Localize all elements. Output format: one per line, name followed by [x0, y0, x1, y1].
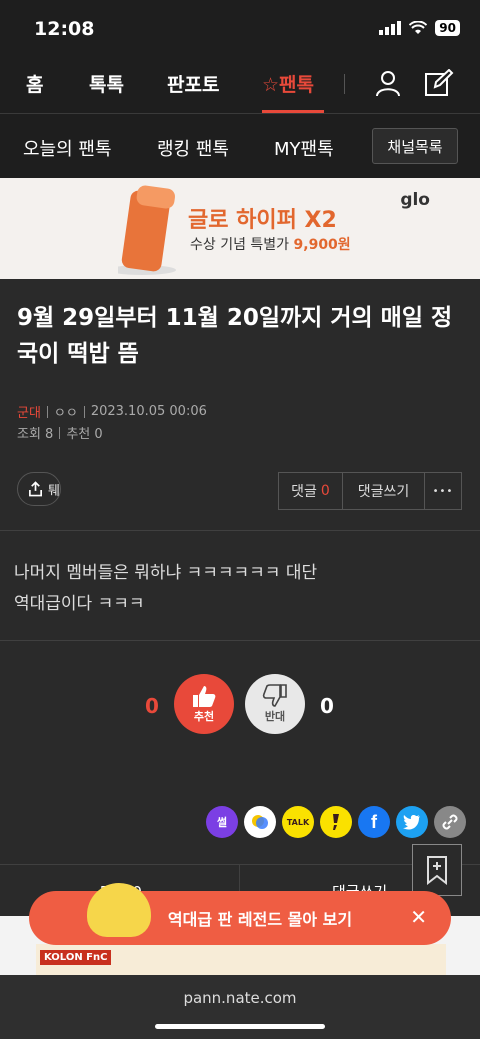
signal-icon: [379, 21, 402, 35]
post-author: ㅇㅇ: [53, 406, 78, 421]
sub-nav: 오늘의 팬톡 랭킹 팬톡 MY팬톡 채널목록: [0, 114, 480, 178]
thumbs-down-icon: [262, 684, 287, 707]
battery-indicator: 90: [435, 20, 460, 36]
bookmark-button[interactable]: [412, 844, 462, 896]
user-icon[interactable]: [374, 69, 402, 97]
post-action-group: 댓글 0 댓글쓰기 •••: [278, 472, 462, 510]
status-bar: 12:08 90: [0, 0, 480, 56]
social-share-row: 썰 TALK f: [206, 806, 466, 838]
browser-bar: pann.nate.com: [0, 975, 480, 1039]
comment-button[interactable]: 댓글 0: [279, 473, 343, 509]
browser-url[interactable]: pann.nate.com: [0, 989, 480, 1007]
ad-subtitle-prefix: 수상 기념 특별가: [190, 237, 294, 253]
downvote-count: 0: [320, 694, 334, 718]
mascot-icon: [87, 883, 151, 937]
comment-label: 댓글: [291, 484, 317, 500]
status-icons: 90: [379, 20, 460, 36]
downvote-button[interactable]: 반대: [245, 674, 305, 734]
legend-banner[interactable]: 역대급 판 레전드 몰아 보기 ✕: [29, 883, 451, 945]
meta-divider: [59, 426, 61, 439]
legend-banner-text: 역대급 판 레전드 몰아 보기: [167, 910, 353, 929]
divider: [0, 640, 480, 641]
post-recommends: 추천 0: [66, 427, 103, 442]
kakaostory-share-icon[interactable]: [320, 806, 352, 838]
channel-list-button[interactable]: 채널목록: [372, 128, 458, 164]
ad-brand-label: KOLON FnC: [40, 950, 112, 965]
close-icon[interactable]: ✕: [410, 905, 427, 929]
share-label: 퉤: [48, 483, 60, 499]
naver-band-share-icon[interactable]: [244, 806, 276, 838]
post-date: 2023.10.05 00:06: [90, 404, 207, 419]
ssul-share-button[interactable]: 썰: [206, 806, 238, 838]
upvote-count: 0: [145, 694, 159, 718]
subnav-ranking[interactable]: 랭킹 팬톡: [157, 135, 229, 161]
nav-divider: [344, 74, 345, 94]
device-image: [118, 185, 176, 275]
divider: [0, 530, 480, 531]
post-category[interactable]: 군대: [17, 402, 41, 421]
ad-logo: glo: [400, 190, 430, 210]
write-comment-button[interactable]: 댓글쓰기: [343, 473, 425, 509]
ad-banner[interactable]: 글로 하이퍼 X2 수상 기념 특별가 9,900원 glo: [0, 178, 480, 279]
top-nav: 홈 톡톡 판포토 ☆팬톡: [0, 56, 480, 114]
post-stats: 조회 8 추천 0: [17, 423, 103, 442]
link-copy-icon[interactable]: [434, 806, 466, 838]
tab-home[interactable]: 홈: [26, 70, 43, 97]
thumbs-up-icon: [193, 686, 216, 707]
post-body: 나머지 멤버들은 뭐하냐 ㅋㅋㅋㅋㅋㅋ 대단 역대급이다 ㅋㅋㅋ: [14, 558, 464, 620]
status-time: 12:08: [34, 18, 95, 40]
bookmark-add-icon: [427, 856, 447, 885]
write-icon[interactable]: [424, 69, 454, 97]
downvote-label: 반대: [264, 710, 286, 723]
comment-count: 0: [320, 483, 330, 499]
post-title: 9월 29일부터 11월 20일까지 거의 매일 정국이 떡밥 뜸: [17, 305, 453, 367]
share-button[interactable]: 퉤: [17, 472, 61, 506]
subnav-my[interactable]: MY팬톡: [274, 135, 334, 161]
post-body-line: 나머지 멤버들은 뭐하냐 ㅋㅋㅋㅋㅋㅋ 대단: [14, 563, 318, 583]
post-meta: 군대 ㅇㅇ 2023.10.05 00:06: [17, 402, 207, 421]
upvote-button[interactable]: 추천: [174, 674, 234, 734]
subnav-today[interactable]: 오늘의 팬톡: [23, 135, 112, 161]
facebook-share-icon[interactable]: f: [358, 806, 390, 838]
meta-divider: [46, 405, 48, 418]
share-icon: [29, 481, 42, 497]
twitter-share-icon[interactable]: [396, 806, 428, 838]
vote-area: 0 추천 반대 0: [0, 674, 480, 738]
ad-subtitle: 수상 기념 특별가 9,900원: [190, 234, 351, 254]
meta-divider: [83, 405, 85, 418]
tab-panpoto[interactable]: 판포토: [167, 70, 219, 97]
ad-price: 9,900원: [293, 237, 351, 253]
more-button[interactable]: •••: [425, 473, 461, 509]
post-body-line: 역대급이다 ㅋㅋㅋ: [14, 594, 145, 614]
home-indicator[interactable]: [155, 1024, 325, 1029]
kakaotalk-share-button[interactable]: TALK: [282, 806, 314, 838]
post-views: 조회 8: [17, 427, 54, 442]
wifi-icon: [409, 21, 428, 34]
tab-pantalk[interactable]: ☆팬톡: [262, 70, 314, 97]
upvote-label: 추천: [193, 710, 215, 723]
active-tab-underline: [262, 110, 324, 113]
ad-title: 글로 하이퍼 X2: [188, 208, 337, 233]
tab-toktok[interactable]: 톡톡: [89, 70, 124, 97]
